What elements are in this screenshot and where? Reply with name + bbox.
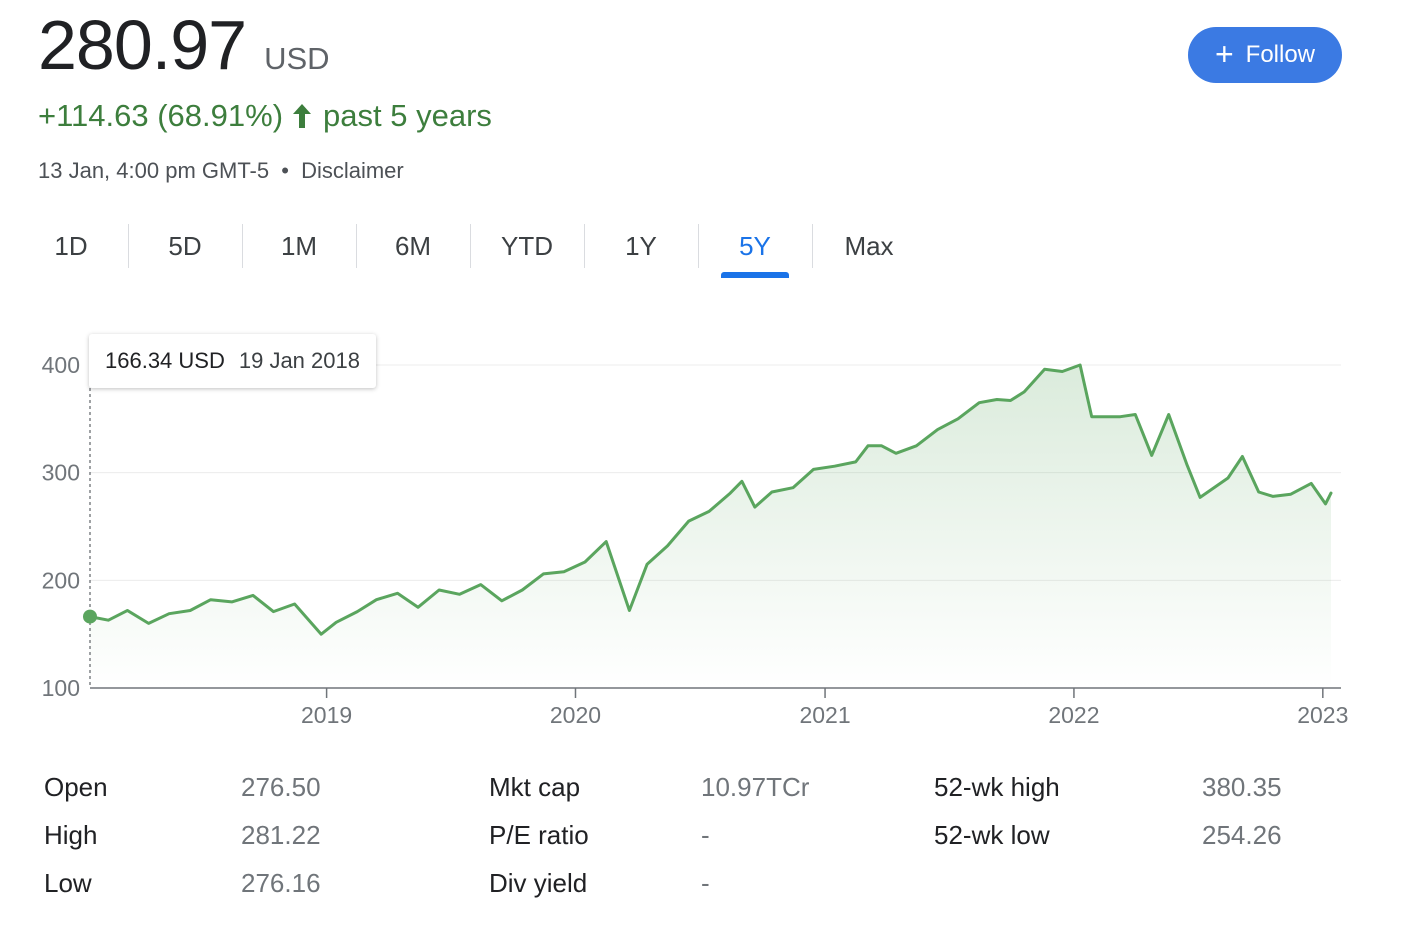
- currency-label: USD: [264, 41, 330, 76]
- stat-value: 380.35: [1202, 772, 1282, 802]
- x-tick-label: 2021: [799, 702, 850, 728]
- arrow-up-icon: [291, 102, 313, 130]
- tab-label: 5D: [168, 230, 202, 261]
- tab-ytd[interactable]: YTD: [470, 222, 584, 270]
- stat-label: Mkt cap: [489, 772, 581, 802]
- follow-button[interactable]: + Follow: [1188, 27, 1342, 83]
- tooltip-date: 19 Jan 2018: [238, 348, 360, 373]
- x-tick-label: 2023: [1297, 702, 1348, 728]
- highlight-point: [83, 609, 97, 624]
- tab-max[interactable]: Max: [812, 222, 926, 270]
- stat-label: 52-wk high: [934, 772, 1060, 802]
- tab-label: YTD: [501, 230, 553, 261]
- tab-1d[interactable]: 1D: [14, 222, 128, 270]
- stat-value: -: [701, 868, 710, 898]
- y-tick-label: 100: [42, 675, 80, 701]
- follow-button-label: Follow: [1245, 41, 1316, 68]
- quote-header: 280.97 USD: [38, 10, 330, 80]
- tab-label: 5Y: [739, 230, 771, 261]
- y-tick-label: 200: [42, 567, 80, 593]
- tab-5d[interactable]: 5D: [128, 222, 242, 270]
- stat-value: 281.22: [241, 820, 321, 850]
- stat-value: 276.50: [241, 772, 321, 802]
- disclaimer-link[interactable]: Disclaimer: [301, 158, 404, 183]
- current-price: 280.97: [38, 6, 247, 84]
- stat-label: P/E ratio: [489, 820, 589, 850]
- range-tabs: 1D 5D 1M 6M YTD 1Y 5Y Max: [14, 222, 926, 278]
- tab-label: 1Y: [625, 230, 657, 261]
- plus-icon: +: [1214, 35, 1234, 72]
- stat-value: -: [701, 820, 710, 850]
- y-tick-label: 400: [42, 352, 80, 378]
- tooltip-value: 166.34 USD: [105, 348, 225, 373]
- stat-label: High: [44, 820, 98, 850]
- tab-5y[interactable]: 5Y: [698, 222, 812, 278]
- series-area: [90, 365, 1331, 688]
- change-value: +114.63 (68.91%): [38, 98, 284, 133]
- stat-value: 254.26: [1202, 820, 1282, 850]
- stat-label: Div yield: [489, 868, 588, 898]
- meta-separator: •: [281, 158, 289, 183]
- x-tick-label: 2020: [550, 702, 601, 728]
- stat-label: Low: [44, 868, 92, 898]
- x-tick-label: 2019: [301, 702, 352, 728]
- quote-meta: 13 Jan, 4:00 pm GMT-5 • Disclaimer: [38, 158, 404, 184]
- tab-1y[interactable]: 1Y: [584, 222, 698, 270]
- tab-label: 1M: [280, 230, 318, 261]
- tab-6m[interactable]: 6M: [356, 222, 470, 270]
- tab-1m[interactable]: 1M: [242, 222, 356, 270]
- tab-label: 6M: [394, 230, 432, 261]
- stat-value: 276.16: [241, 868, 321, 898]
- stat-value: 10.97TCr: [701, 772, 810, 802]
- chart-tooltip: 166.34 USD 19 Jan 2018: [89, 334, 376, 388]
- price-change: +114.63 (68.91%) past 5 years: [38, 98, 492, 134]
- stat-label: 52-wk low: [934, 820, 1050, 850]
- quote-timestamp: 13 Jan, 4:00 pm GMT-5: [38, 158, 270, 183]
- change-period: past 5 years: [323, 98, 492, 133]
- tab-label: 1D: [54, 230, 88, 261]
- tab-label: Max: [844, 230, 894, 261]
- x-tick-label: 2022: [1048, 702, 1099, 728]
- stat-label: Open: [44, 772, 108, 802]
- y-tick-label: 300: [42, 460, 80, 486]
